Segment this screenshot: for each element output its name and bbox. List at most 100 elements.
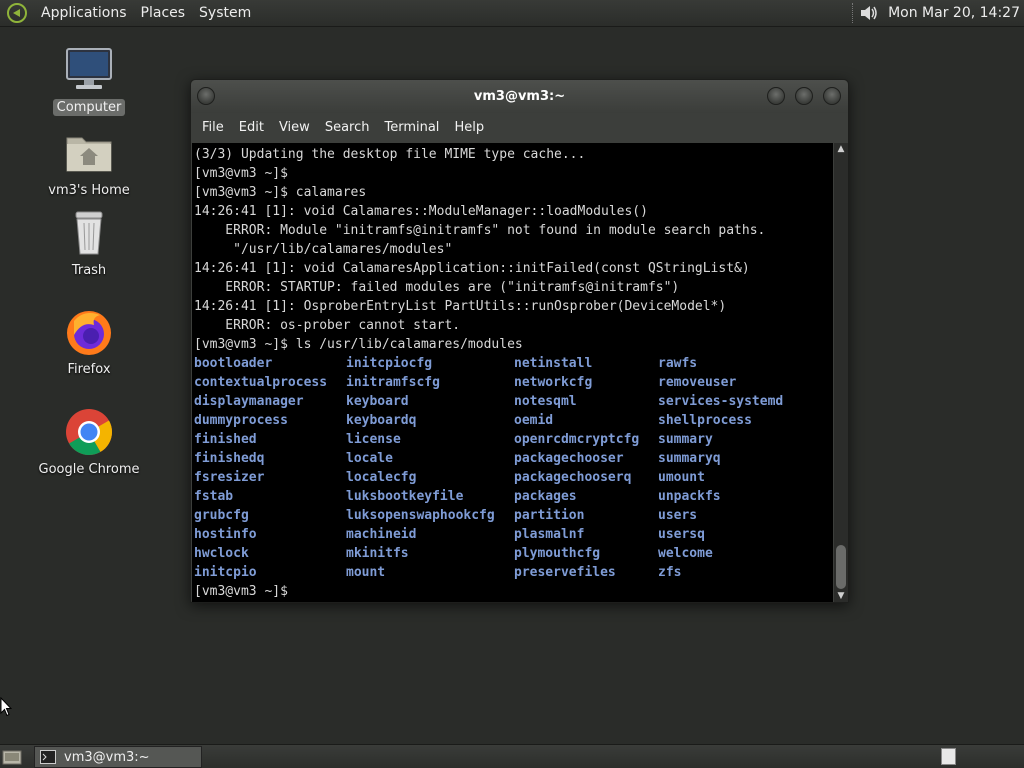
terminal-line: 14:26:41 [1]: void Calamares::ModuleMana… bbox=[194, 204, 648, 219]
scroll-down-arrow-icon[interactable]: ▼ bbox=[834, 590, 848, 602]
menu-help[interactable]: Help bbox=[447, 120, 492, 135]
desktop-icon-firefox[interactable]: Firefox bbox=[24, 307, 154, 378]
desktop-icon-chrome[interactable]: Google Chrome bbox=[24, 407, 154, 478]
ls-entry: openrcdmcryptcfg bbox=[514, 432, 640, 447]
mouse-cursor-icon bbox=[0, 697, 12, 717]
menu-applications[interactable]: Applications bbox=[34, 0, 134, 27]
menu-search[interactable]: Search bbox=[318, 120, 378, 135]
ls-entry: hwclock bbox=[194, 546, 249, 561]
terminal-line: ERROR: STARTUP: failed modules are ("ini… bbox=[194, 280, 680, 295]
menu-view[interactable]: View bbox=[272, 120, 318, 135]
ls-output-row: grubcfg luksopenswaphookcfg partition users bbox=[194, 506, 833, 525]
ls-entry: plymouthcfg bbox=[514, 546, 601, 561]
ls-output-row: initcpio mount preservefiles zfs bbox=[194, 563, 833, 582]
ls-entry: networkcfg bbox=[514, 375, 593, 390]
terminal-prompt: [vm3@vm3 ~]$ bbox=[194, 584, 288, 599]
ls-entry: plasmalnf bbox=[514, 527, 585, 542]
ls-output-row: hwclock mkinitfs plymouthcfg welcome bbox=[194, 544, 833, 563]
ls-entry: shellprocess bbox=[658, 413, 752, 428]
taskbar-terminal-button[interactable]: vm3@vm3:~ bbox=[34, 746, 202, 768]
ls-entry: unpackfs bbox=[658, 489, 721, 504]
menu-edit[interactable]: Edit bbox=[232, 120, 272, 135]
maximize-button[interactable] bbox=[795, 87, 813, 105]
ls-entry: mount bbox=[346, 565, 386, 580]
window-titlebar[interactable]: vm3@vm3:~ bbox=[191, 80, 848, 113]
ls-entry: localecfg bbox=[346, 470, 417, 485]
ls-entry: keyboard bbox=[346, 394, 409, 409]
ls-entry: summary bbox=[658, 432, 713, 447]
close-button[interactable] bbox=[823, 87, 841, 105]
terminal-line: 14:26:41 [1]: OsproberEntryList PartUtil… bbox=[194, 299, 727, 314]
terminal-scrollbar[interactable]: ▲ ▼ bbox=[834, 143, 848, 602]
ls-entry: umount bbox=[658, 470, 705, 485]
computer-icon bbox=[64, 45, 114, 95]
terminal-window[interactable]: vm3@vm3:~ File Edit View Search Terminal… bbox=[190, 79, 849, 603]
window-menu-button[interactable] bbox=[197, 87, 215, 105]
terminal-output[interactable]: (3/3) Updating the desktop file MIME typ… bbox=[192, 143, 833, 602]
ls-entry: partition bbox=[514, 508, 585, 523]
menu-system[interactable]: System bbox=[192, 0, 258, 27]
ls-output-row: bootloader initcpiocfg netinstall rawfs bbox=[194, 354, 833, 373]
ls-entry: bootloader bbox=[194, 356, 273, 371]
top-panel: Applications Places System Mon Mar 20, 1… bbox=[0, 0, 1024, 27]
ls-entry: fstab bbox=[194, 489, 234, 504]
ls-entry: grubcfg bbox=[194, 508, 249, 523]
chrome-icon bbox=[64, 407, 114, 457]
desktop-icon-label: vm3's Home bbox=[48, 183, 130, 198]
terminal-menubar: File Edit View Search Terminal Help bbox=[191, 113, 848, 142]
terminal-line: [vm3@vm3 ~]$ bbox=[194, 166, 288, 181]
workspace-switcher[interactable] bbox=[941, 748, 956, 765]
terminal-line: [vm3@vm3 ~]$ calamares bbox=[194, 185, 367, 200]
ls-entry: finishedq bbox=[194, 451, 265, 466]
ls-entry: notesqml bbox=[514, 394, 577, 409]
ls-output-row: hostinfo machineid plasmalnf usersq bbox=[194, 525, 833, 544]
terminal-line: ERROR: os-prober cannot start. bbox=[194, 318, 461, 333]
volume-icon[interactable] bbox=[858, 2, 880, 24]
ls-entry: packagechooser bbox=[514, 451, 624, 466]
desktop-icon-computer[interactable]: Computer bbox=[24, 45, 154, 116]
show-desktop-icon[interactable] bbox=[2, 747, 22, 767]
ls-entry: displaymanager bbox=[194, 394, 304, 409]
ls-entry: contextualprocess bbox=[194, 375, 328, 390]
terminal-line: [vm3@vm3 ~]$ ls /usr/lib/calamares/modul… bbox=[194, 337, 523, 352]
ls-entry: zfs bbox=[658, 565, 682, 580]
ls-output-row: finishedq locale packagechooser summaryq bbox=[194, 449, 833, 468]
desktop-icon-label: Computer bbox=[52, 99, 126, 116]
ls-entry: welcome bbox=[658, 546, 713, 561]
minimize-button[interactable] bbox=[767, 87, 785, 105]
ls-entry: fsresizer bbox=[194, 470, 265, 485]
ls-entry: removeuser bbox=[658, 375, 737, 390]
ls-entry: initcpio bbox=[194, 565, 257, 580]
menu-places[interactable]: Places bbox=[134, 0, 193, 27]
scrollbar-thumb[interactable] bbox=[836, 545, 846, 589]
ls-entry: services-systemd bbox=[658, 394, 784, 409]
ls-entry: preservefiles bbox=[514, 565, 616, 580]
ls-entry: machineid bbox=[346, 527, 417, 542]
distro-logo-icon[interactable] bbox=[6, 2, 28, 24]
desktop-icon-label: Google Chrome bbox=[38, 462, 140, 477]
bottom-panel: vm3@vm3:~ bbox=[0, 744, 1024, 768]
panel-tray: Mon Mar 20, 14:27 bbox=[852, 0, 1024, 27]
panel-clock[interactable]: Mon Mar 20, 14:27 bbox=[888, 5, 1024, 21]
terminal-line: 14:26:41 [1]: void CalamaresApplication:… bbox=[194, 261, 750, 276]
ls-entry: packages bbox=[514, 489, 577, 504]
ls-entry: dummyprocess bbox=[194, 413, 288, 428]
ls-entry: rawfs bbox=[658, 356, 698, 371]
ls-entry: keyboardq bbox=[346, 413, 417, 428]
terminal-line: ERROR: Module "initramfs@initramfs" not … bbox=[194, 223, 766, 238]
desktop-icon-label: Firefox bbox=[67, 362, 111, 377]
ls-entry: usersq bbox=[658, 527, 705, 542]
menu-terminal[interactable]: Terminal bbox=[377, 120, 447, 135]
menu-file[interactable]: File bbox=[195, 120, 232, 135]
desktop-icon-home[interactable]: vm3's Home bbox=[24, 128, 154, 199]
ls-output-row: fsresizer localecfg packagechooserq umount bbox=[194, 468, 833, 487]
trash-icon bbox=[64, 208, 114, 258]
ls-entry: oemid bbox=[514, 413, 554, 428]
panel-separator bbox=[852, 3, 854, 23]
terminal-icon bbox=[40, 750, 56, 764]
scroll-up-arrow-icon[interactable]: ▲ bbox=[834, 143, 848, 155]
terminal-line: "/usr/lib/calamares/modules" bbox=[194, 242, 453, 257]
desktop-icon-trash[interactable]: Trash bbox=[24, 208, 154, 279]
home-folder-icon bbox=[64, 128, 114, 178]
ls-entry: users bbox=[658, 508, 698, 523]
